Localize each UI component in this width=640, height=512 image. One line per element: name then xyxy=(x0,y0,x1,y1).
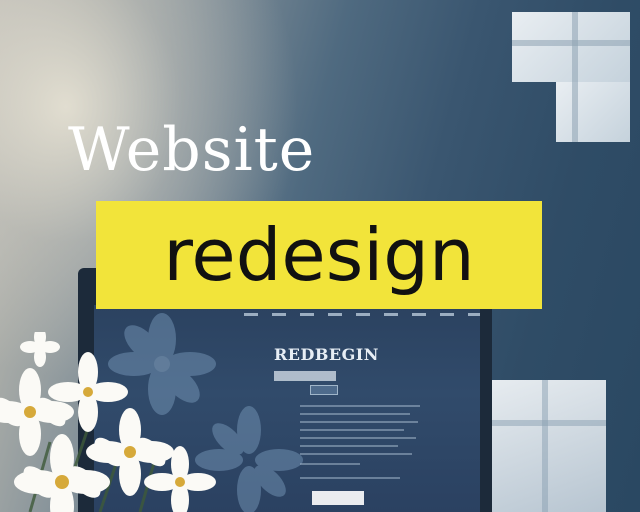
window-mullion xyxy=(572,82,578,142)
text-line xyxy=(300,445,398,447)
headline-banner: redesign xyxy=(96,201,542,309)
text-line xyxy=(300,463,360,465)
window-mullion xyxy=(542,380,548,512)
window-tile-bottom-right xyxy=(486,380,606,512)
window-mullion xyxy=(572,12,578,82)
nav-item xyxy=(356,313,370,316)
headline-line2: redesign xyxy=(163,213,475,297)
nav-item xyxy=(440,313,454,316)
hero-scene: REDBEGIN Website redesign xyxy=(0,0,640,512)
nav-item xyxy=(468,313,480,316)
text-line xyxy=(300,477,400,479)
text-line xyxy=(300,405,420,407)
flower-icon xyxy=(0,332,216,512)
text-line xyxy=(300,413,410,415)
nav-item xyxy=(328,313,342,316)
nav-item xyxy=(244,313,258,316)
screen-brand: REDBEGIN xyxy=(274,345,379,364)
nav-item xyxy=(384,313,398,316)
text-line xyxy=(300,437,416,439)
screen-button xyxy=(310,385,338,395)
text-line xyxy=(300,453,412,455)
window-transom xyxy=(486,420,606,426)
nav-item xyxy=(300,313,314,316)
screen-input xyxy=(274,371,336,381)
nav-item xyxy=(272,313,286,316)
text-line xyxy=(300,421,418,423)
window-tile-top-right xyxy=(512,12,630,82)
screen-cta xyxy=(312,491,364,505)
screen-nav xyxy=(244,313,480,316)
nav-item xyxy=(412,313,426,316)
window-tile-top-right-lower xyxy=(556,82,630,142)
headline-line1: Website xyxy=(68,115,316,185)
window-transom xyxy=(512,40,630,46)
text-line xyxy=(300,429,404,431)
